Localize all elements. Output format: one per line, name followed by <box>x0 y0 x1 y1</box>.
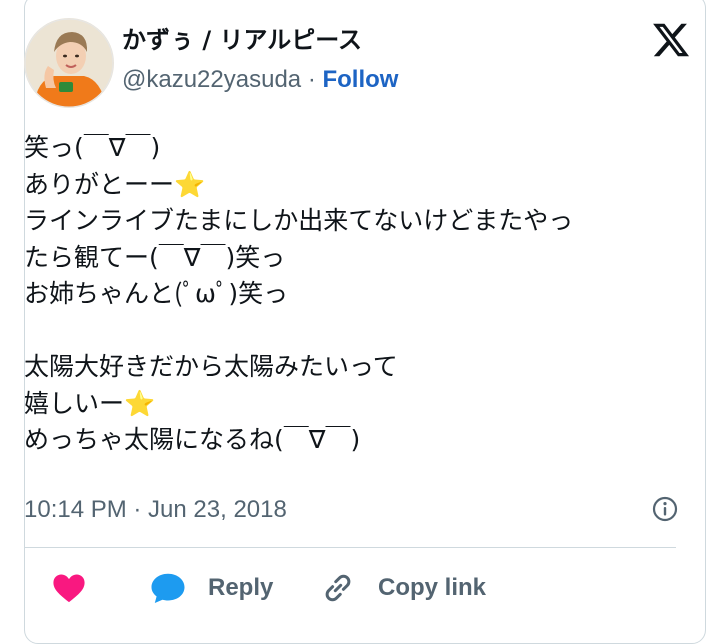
avatar-image <box>24 18 114 108</box>
like-button[interactable] <box>52 566 86 610</box>
x-logo-icon[interactable] <box>651 20 691 60</box>
handle-row: @kazu22yasuda · Follow <box>122 62 398 98</box>
reply-bubble-icon <box>151 573 185 603</box>
user-names: かずぅ / リアルピース @kazu22yasuda · Follow <box>122 24 398 98</box>
tweet-line: ラインライブたまにしか出来てないけどまたやっ <box>24 206 574 235</box>
handle-separator: · <box>301 66 323 93</box>
user-handle[interactable]: @kazu22yasuda <box>122 66 301 93</box>
divider <box>24 547 676 548</box>
reply-label: Reply <box>208 574 274 601</box>
tweet-line: ありがとーー⭐️ <box>24 169 206 199</box>
display-name[interactable]: かずぅ / リアルピース <box>122 24 398 56</box>
tweet-line <box>24 313 654 350</box>
avatar[interactable] <box>24 18 114 108</box>
follow-button[interactable]: Follow <box>322 66 398 93</box>
tweet-line: めっちゃ太陽になるね(￣∇￣) <box>24 425 361 454</box>
copy-link-button[interactable]: Copy link <box>320 566 486 610</box>
tweet-line: 嬉しいー⭐️ <box>24 388 156 418</box>
tweet-line: お姉ちゃんと(ﾟωﾟ)笑っ <box>24 279 289 308</box>
tweet-line: 笑っ(￣∇￣) <box>24 133 161 162</box>
tweet-line: たら観てー(￣∇￣)笑っ <box>24 242 286 272</box>
tweet-text: 笑っ(￣∇￣) ありがとーー⭐️ ラインライブたまにしか出来てないけどまたやっ … <box>24 130 654 459</box>
info-icon[interactable] <box>650 494 680 524</box>
link-icon <box>325 574 351 602</box>
tweet-header: かずぅ / リアルピース @kazu22yasuda · Follow <box>24 18 690 108</box>
action-bar: Reply Copy link <box>24 566 686 610</box>
tweet-line: 太陽大好きだから太陽みたいって <box>24 352 398 381</box>
tweet-timestamp[interactable]: 10:14 PM · Jun 23, 2018 <box>24 494 287 526</box>
reply-button[interactable]: Reply <box>150 566 273 610</box>
heart-icon <box>53 574 85 603</box>
copy-link-label: Copy link <box>378 574 487 601</box>
